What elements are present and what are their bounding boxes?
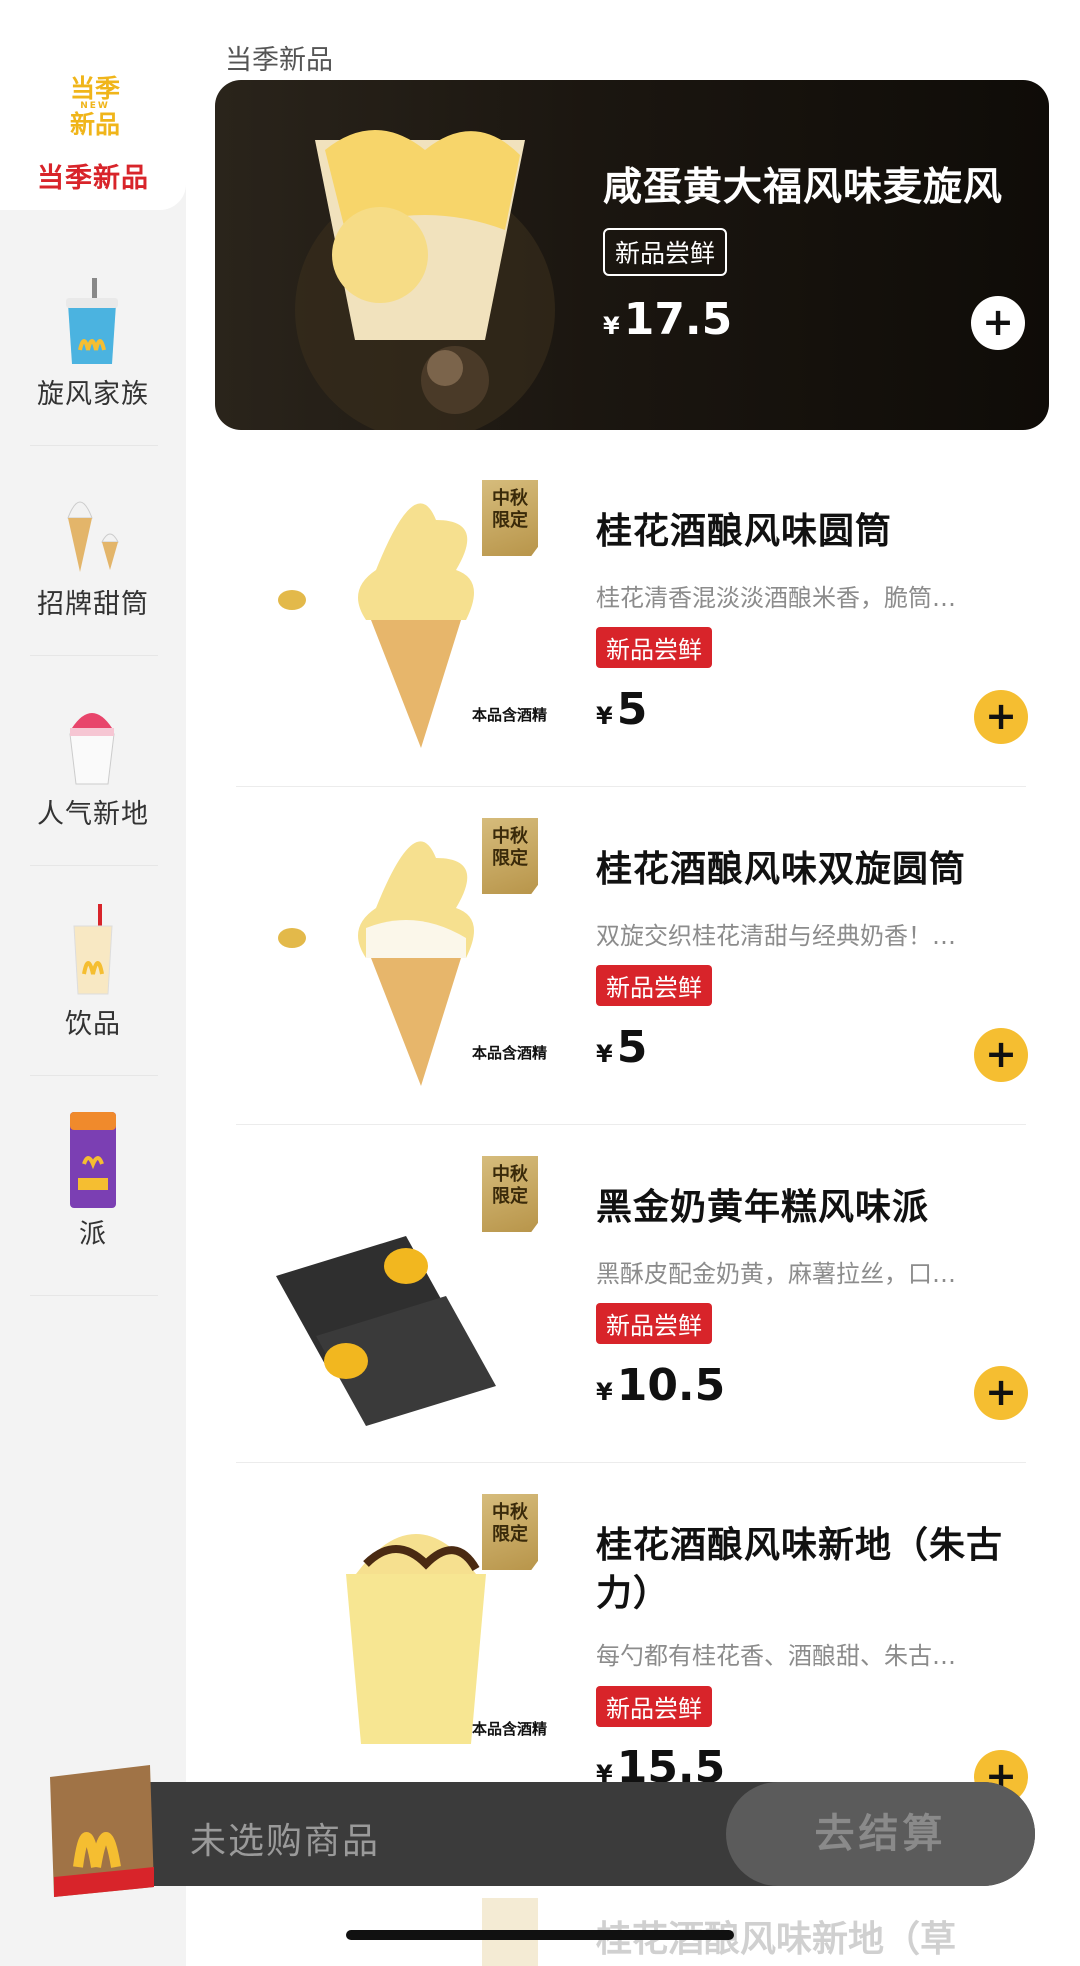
badge-line1: 当季 [69,74,120,103]
sidebar-item-label: 旋风家族 [37,379,149,410]
divider [30,445,158,446]
currency-symbol: ¥ [596,1040,613,1068]
new-badge-icon: 当季 NEW 新品 [60,74,130,139]
ice-cream-cone-icon [67,501,119,572]
product-name: 桂花酒酿风味新地（朱古力） [596,1525,1004,1614]
limited-edition-badge: 中秋 限定 [482,1156,538,1232]
alcohol-notice: 本品含酒精 [472,1044,548,1062]
featured-product-card[interactable]: 咸蛋黄大福风味麦旋风 新品尝鲜 ¥17.5 + [215,80,1049,430]
divider [236,1124,1026,1125]
checkout-button[interactable]: 去结算 [726,1782,1035,1886]
sidebar-item-drinks[interactable]: 饮品 [0,890,186,1070]
sidebar-item-label: 招牌甜筒 [37,589,149,620]
product-description: 每勺都有桂花香、酒酿甜、朱古… [596,1642,956,1670]
product-name: 黑金奶黄年糕风味派 [596,1187,930,1228]
mcflurry-product-image [295,130,555,430]
product-name: 桂花酒酿风味圆筒 [596,511,893,552]
divider [30,1075,158,1076]
product-price: ¥5 [596,1022,647,1073]
price-amount: 5 [616,684,648,735]
divider [236,1462,1026,1463]
limited-edition-badge: 中秋 限定 [482,818,538,894]
currency-symbol: ¥ [596,1378,613,1406]
pie-box-icon [70,1112,116,1208]
new-tag: 新品尝鲜 [596,965,712,1006]
add-to-cart-button[interactable]: + [974,690,1028,744]
shopping-bag-icon[interactable] [40,1757,160,1905]
divider [236,786,1026,787]
product-description: 双旋交织桂花清甜与经典奶香！… [596,922,956,950]
product-description: 桂花清香混淡淡酒酿米香，脆筒… [596,584,956,612]
mcflurry-cup-icon [66,278,118,364]
divider [30,865,158,866]
product-name: 桂花酒酿风味双旋圆筒 [596,849,967,890]
badge-line3: 新品 [69,109,120,139]
alcohol-notice: 本品含酒精 [472,706,548,724]
sidebar-item-label: 派 [79,1219,107,1250]
cart-status: 未选购商品 [190,1821,381,1862]
featured-product-name: 咸蛋黄大福风味麦旋风 [603,165,1004,210]
sidebar-item-pie[interactable]: 派 [0,1100,186,1280]
featured-price: ¥17.5 [603,294,732,345]
product-item[interactable]: 中秋 限定 黑金奶黄年糕风味派 黑酥皮配金奶黄，麻薯拉丝，口… 新品尝鲜 ¥10.… [236,1126,1028,1463]
currency-symbol: ¥ [596,702,613,730]
sundae-icon [69,713,115,785]
category-sidebar: 当季 NEW 新品 当季新品 旋风家族 招牌甜筒 人气新地 饮品 派 [0,0,186,1966]
add-to-cart-button[interactable]: + [971,296,1025,350]
sidebar-item-label: 人气新地 [37,799,149,830]
alcohol-notice: 本品含酒精 [472,1720,548,1738]
add-to-cart-button[interactable]: + [974,1028,1028,1082]
product-item[interactable]: 中秋 限定 本品含酒精 桂花酒酿风味新地（朱古力） 每勺都有桂花香、酒酿甜、朱古…… [236,1464,1028,1804]
product-description: 黑酥皮配金奶黄，麻薯拉丝，口… [596,1260,956,1288]
new-tag: 新品尝鲜 [596,1686,712,1727]
product-price: ¥5 [596,684,647,735]
sidebar-item-seasonal[interactable]: 当季 NEW 新品 当季新品 [0,0,186,210]
new-tag: 新品尝鲜 [596,1303,712,1344]
sidebar-item-mcflurry[interactable]: 旋风家族 [0,260,186,440]
add-to-cart-button[interactable]: + [974,1366,1028,1420]
home-indicator[interactable] [346,1930,734,1940]
price-amount: 5 [616,1022,648,1073]
drink-cup-icon [73,904,113,995]
product-price: ¥10.5 [596,1360,725,1411]
sidebar-item-cone[interactable]: 招牌甜筒 [0,470,186,650]
new-tag: 新品尝鲜 [596,627,712,668]
price-amount: 17.5 [623,294,733,345]
new-tag: 新品尝鲜 [603,228,728,276]
product-item[interactable]: 中秋 限定 本品含酒精 桂花酒酿风味双旋圆筒 双旋交织桂花清甜与经典奶香！… 新品… [236,788,1028,1125]
section-title: 当季新品 [225,45,333,76]
sidebar-item-label: 饮品 [65,1009,121,1040]
sidebar-item-sundae[interactable]: 人气新地 [0,680,186,860]
divider [30,1295,158,1296]
limited-edition-badge: 中秋 限定 [482,480,538,556]
limited-edition-badge: 中秋 限定 [482,1494,538,1570]
divider [30,655,158,656]
cart-bar[interactable]: 未选购商品 去结算 [150,1782,1035,1886]
currency-symbol: ¥ [603,312,620,340]
sidebar-item-label: 当季新品 [37,163,149,194]
product-item[interactable]: 中秋 限定 本品含酒精 桂花酒酿风味圆筒 桂花清香混淡淡酒酿米香，脆筒… 新品尝鲜… [236,450,1028,787]
price-amount: 10.5 [616,1360,726,1411]
